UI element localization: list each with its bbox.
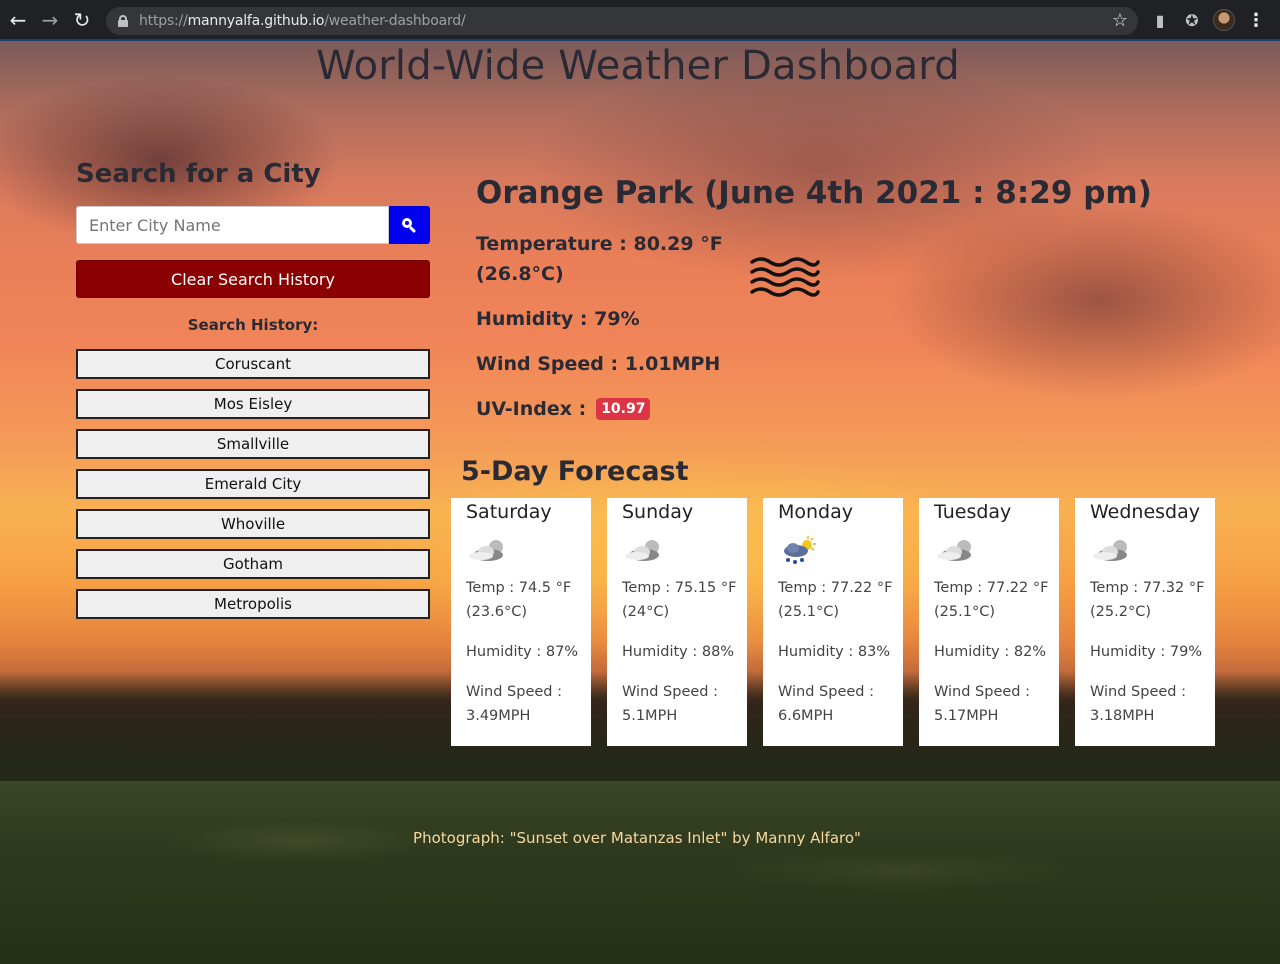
- forecast-card-sunday: Sunday Temp : 75.15 °F (24°C) Humidity :…: [607, 498, 747, 746]
- history-item-gotham[interactable]: Gotham: [76, 549, 430, 579]
- search-form: [76, 206, 430, 244]
- history-item-metropolis[interactable]: Metropolis: [76, 589, 430, 619]
- lock-icon[interactable]: [118, 15, 128, 27]
- forecast-humidity: Humidity : 79%: [1090, 644, 1203, 660]
- history-item-emerald-city[interactable]: Emerald City: [76, 469, 430, 499]
- search-heading: Search for a City: [76, 159, 321, 189]
- forecast-wind: Wind Speed : 5.1MPH: [622, 684, 718, 724]
- history-item-coruscant[interactable]: Coruscant: [76, 349, 430, 379]
- back-arrow-icon[interactable]: ←: [2, 4, 34, 36]
- bookmark-star-icon[interactable]: ☆: [1112, 10, 1128, 31]
- forecast-wind: Wind Speed : 6.6MPH: [778, 684, 874, 724]
- current-temperature: Temperature : 80.29 °F (26.8°C): [476, 233, 723, 285]
- profile-avatar[interactable]: [1212, 6, 1236, 34]
- history-item-mos-eisley[interactable]: Mos Eisley: [76, 389, 430, 419]
- menu-dots-icon[interactable]: ⋮: [1244, 6, 1268, 34]
- uv-index-badge: 10.97: [596, 398, 651, 420]
- dashboard-page: World-Wide Weather Dashboard Search for …: [0, 41, 1280, 964]
- forecast-day: Tuesday: [934, 501, 1012, 523]
- reload-icon[interactable]: ↻: [66, 4, 98, 36]
- forecast-temp: Temp : 77.22 °F (25.1°C): [934, 580, 1049, 620]
- page-title: World-Wide Weather Dashboard: [316, 43, 960, 89]
- browser-toolbar: ← → ↻ https://mannyalfa.github.io/weathe…: [0, 0, 1280, 41]
- forecast-card-tuesday: Tuesday Temp : 77.22 °F (25.1°C) Humidit…: [919, 498, 1059, 746]
- url-path: /weather-dashboard/: [324, 13, 466, 29]
- cloudy-night-icon: [625, 540, 659, 561]
- search-icon: [402, 217, 417, 233]
- city-search-input[interactable]: [76, 206, 389, 244]
- rain-sun-icon: [784, 536, 816, 564]
- cloudy-night-icon: [937, 540, 971, 561]
- forecast-day: Monday: [778, 501, 854, 523]
- forecast-card-monday: Monday Temp : 77.22 °F (25.1°C) Humidity…: [763, 498, 903, 746]
- forecast-humidity: Humidity : 83%: [778, 644, 891, 660]
- current-humidity: Humidity : 79%: [476, 308, 640, 330]
- search-history-list: Coruscant Mos Eisley Smallville Emerald …: [76, 349, 430, 619]
- forecast-temp: Temp : 74.5 °F (23.6°C): [466, 580, 572, 620]
- forecast-temp: Temp : 75.15 °F (24°C): [622, 580, 737, 620]
- search-history-label: Search History:: [187, 316, 319, 334]
- uv-index-label: UV-Index :: [476, 398, 587, 420]
- search-button[interactable]: [389, 206, 430, 244]
- forecast-wind: Wind Speed : 5.17MPH: [934, 684, 1030, 724]
- forward-arrow-icon[interactable]: →: [34, 4, 66, 36]
- forecast-humidity: Humidity : 82%: [934, 644, 1047, 660]
- extension-shield-icon[interactable]: ▮: [1148, 6, 1172, 34]
- url-host: mannyalfa.github.io: [187, 13, 325, 29]
- photo-credit: Photograph: "Sunset over Matanzas Inlet"…: [413, 829, 861, 847]
- forecast-temp: Temp : 77.32 °F (25.2°C): [1090, 580, 1205, 620]
- uv-index-row: UV-Index : 10.97: [476, 394, 736, 424]
- clear-history-button[interactable]: Clear Search History: [76, 260, 430, 298]
- avatar-image: [1213, 9, 1235, 31]
- forecast-humidity: Humidity : 88%: [622, 644, 735, 660]
- forecast-day: Wednesday: [1090, 501, 1201, 523]
- current-wind-speed: Wind Speed : 1.01MPH: [476, 353, 721, 375]
- forecast-cards: Saturday Temp : 74.5 °F (23.6°C) Humidit…: [451, 498, 1215, 746]
- address-bar[interactable]: https://mannyalfa.github.io/weather-dash…: [106, 7, 1138, 35]
- background-marsh: [0, 781, 1280, 964]
- cloudy-night-icon: [1093, 540, 1127, 561]
- forecast-wind: Wind Speed : 3.18MPH: [1090, 684, 1186, 724]
- url-prefix: https://: [139, 13, 188, 29]
- forecast-humidity: Humidity : 87%: [466, 644, 579, 660]
- extensions-puzzle-icon[interactable]: ✪: [1180, 6, 1204, 34]
- cloudy-night-icon: [469, 540, 503, 561]
- current-city-title: Orange Park (June 4th 2021 : 8:29 pm): [476, 175, 1152, 211]
- haze-icon: [750, 257, 820, 297]
- history-item-whoville[interactable]: Whoville: [76, 509, 430, 539]
- history-item-smallville[interactable]: Smallville: [76, 429, 430, 459]
- forecast-temp: Temp : 77.22 °F (25.1°C): [778, 580, 893, 620]
- forecast-wind: Wind Speed : 3.49MPH: [466, 684, 562, 724]
- current-weather: Temperature : 80.29 °F (26.8°C) Humidity…: [476, 229, 736, 424]
- forecast-card-saturday: Saturday Temp : 74.5 °F (23.6°C) Humidit…: [451, 498, 591, 746]
- forecast-heading: 5-Day Forecast: [461, 456, 689, 487]
- forecast-card-wednesday: Wednesday Temp : 77.32 °F (25.2°C) Humid…: [1075, 498, 1215, 746]
- url-text[interactable]: https://mannyalfa.github.io/weather-dash…: [139, 13, 466, 29]
- forecast-day: Saturday: [466, 501, 552, 523]
- forecast-day: Sunday: [622, 501, 694, 523]
